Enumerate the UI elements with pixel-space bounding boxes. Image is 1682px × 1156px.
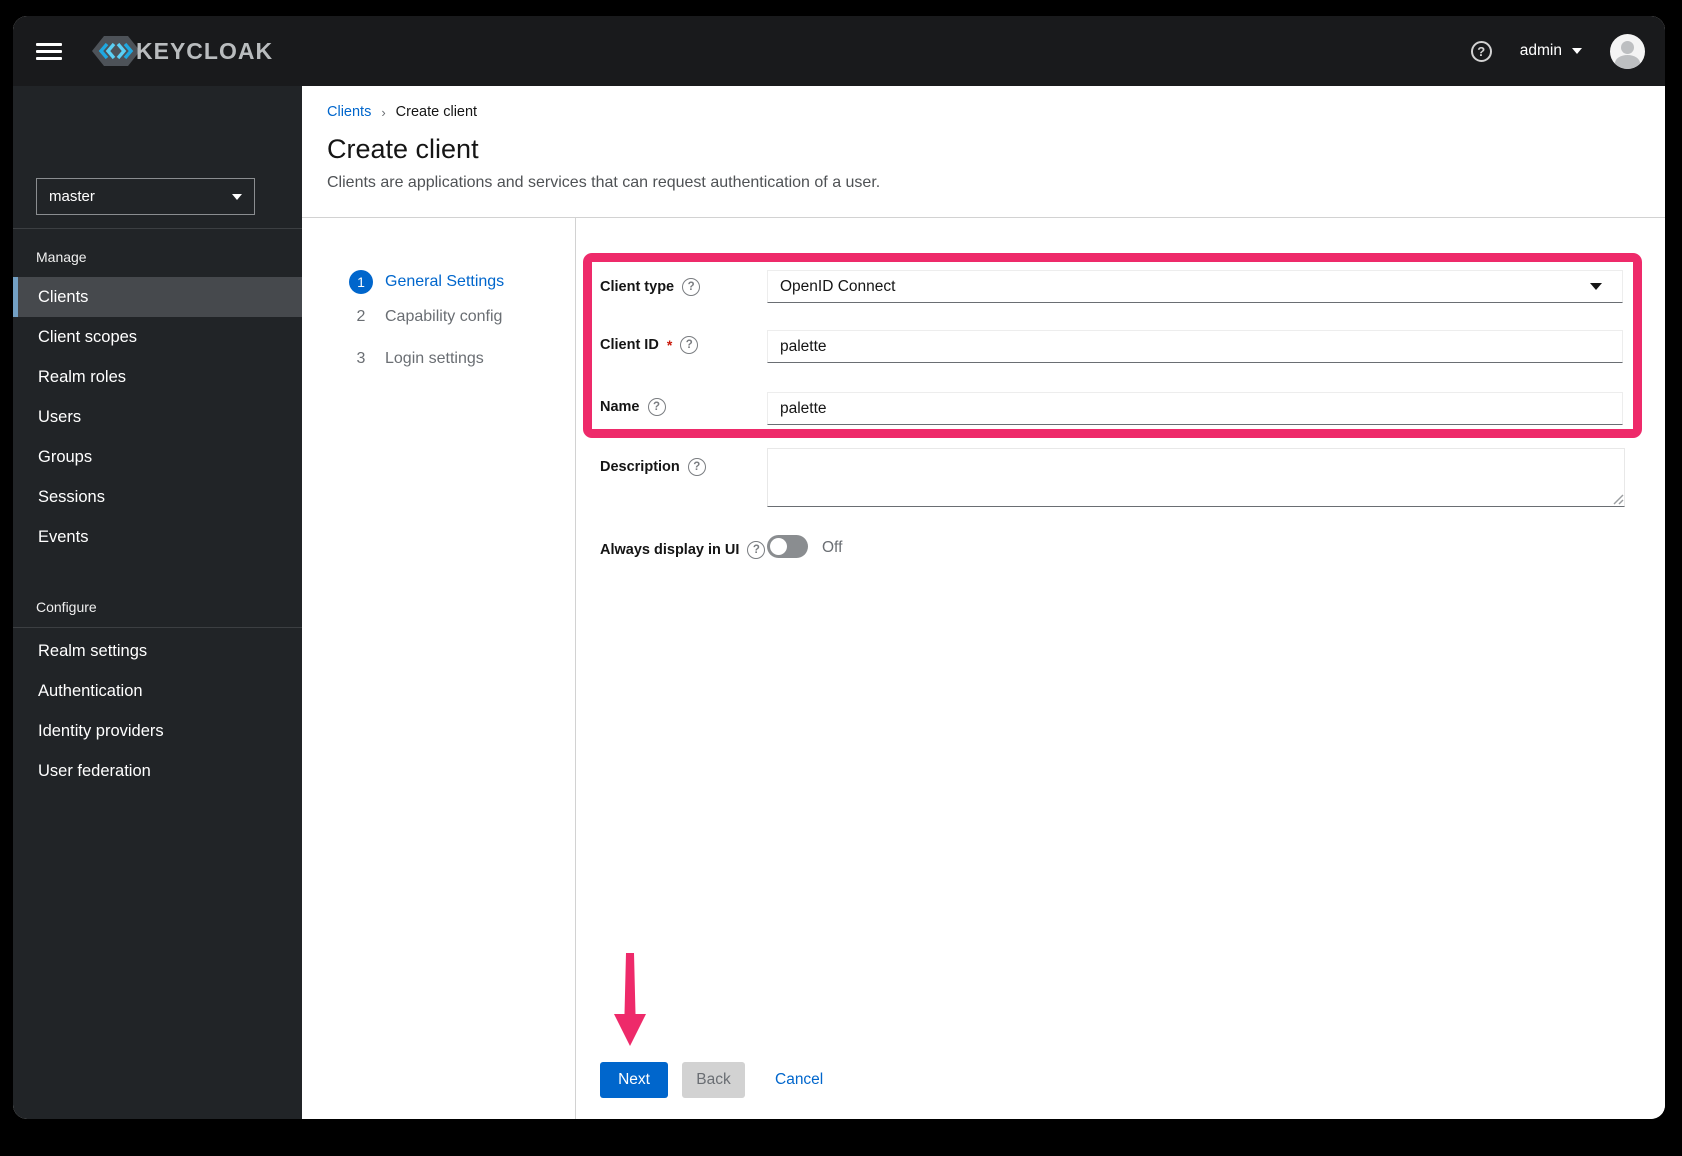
required-asterisk: * (666, 337, 673, 353)
page-subtitle: Clients are applications and services th… (327, 174, 881, 191)
chevron-down-icon (1572, 48, 1582, 54)
client-id-label: Client ID * ? (600, 336, 699, 354)
sidebar-item-realm-settings[interactable]: Realm settings (13, 631, 302, 671)
breadcrumb-separator: › (381, 104, 386, 120)
client-type-value: OpenID Connect (780, 277, 896, 295)
name-label: Name ? (600, 398, 666, 416)
realm-selector[interactable]: master (36, 178, 255, 215)
cancel-link[interactable]: Cancel (775, 1071, 823, 1089)
user-name: admin (1519, 42, 1562, 59)
name-input[interactable] (767, 392, 1623, 425)
main-content: Clients › Create client Create client Cl… (302, 86, 1665, 1119)
help-icon[interactable]: ? (647, 398, 666, 416)
breadcrumb-current: Create client (395, 104, 478, 120)
breadcrumb-clients-link[interactable]: Clients (327, 104, 371, 120)
sidebar-item-users[interactable]: Users (13, 397, 302, 437)
sidebar-divider (13, 228, 302, 229)
annotation-arrow-icon (614, 953, 646, 1046)
realm-selector-value: master (49, 188, 95, 205)
next-button[interactable]: Next (600, 1062, 668, 1098)
help-icon[interactable]: ? (680, 336, 699, 354)
app-window: KEYCLOAK ? admin master Manage Clients C… (13, 16, 1665, 1119)
keycloak-logo: KEYCLOAK (90, 33, 273, 69)
sidebar-item-sessions[interactable]: Sessions (13, 477, 302, 517)
sidebar: master Manage Clients Client scopes Real… (13, 86, 302, 1119)
sidebar-item-identity-providers[interactable]: Identity providers (13, 711, 302, 751)
client-id-input[interactable] (767, 330, 1623, 363)
page-header-divider (302, 217, 1665, 218)
wizard-divider (575, 218, 576, 1119)
client-type-select[interactable]: OpenID Connect (767, 270, 1623, 303)
help-icon[interactable]: ? (687, 458, 706, 476)
sidebar-item-groups[interactable]: Groups (13, 437, 302, 477)
sidebar-item-authentication[interactable]: Authentication (13, 671, 302, 711)
page-title: Create client (327, 134, 479, 164)
chevron-down-icon (232, 193, 242, 200)
chevron-down-icon (1590, 283, 1602, 290)
wizard-step-capability-config[interactable]: 2 Capability config (349, 308, 503, 326)
sidebar-item-events[interactable]: Events (13, 517, 302, 557)
sidebar-item-realm-roles[interactable]: Realm roles (13, 357, 302, 397)
avatar[interactable] (1610, 33, 1645, 69)
nav-group-configure: Configure (36, 599, 97, 615)
help-icon[interactable]: ? (682, 278, 701, 296)
sidebar-item-clients[interactable]: Clients (13, 277, 302, 317)
sidebar-divider (13, 627, 302, 628)
description-label: Description ? (600, 458, 706, 476)
always-display-toggle[interactable] (767, 535, 808, 558)
help-icon[interactable]: ? (1470, 40, 1492, 62)
wizard-step-general-settings[interactable]: 1 General Settings (349, 270, 504, 294)
sidebar-item-user-federation[interactable]: User federation (13, 751, 302, 791)
client-type-label: Client type ? (600, 278, 701, 296)
back-button[interactable]: Back (682, 1062, 745, 1098)
toggle-state-text: Off (822, 539, 843, 556)
user-menu[interactable]: admin (1520, 42, 1582, 60)
brand-title: KEYCLOAK (136, 37, 274, 64)
help-icon[interactable]: ? (747, 541, 766, 559)
masthead: KEYCLOAK ? admin (13, 16, 1665, 86)
keycloak-hexagon-icon (92, 36, 140, 66)
nav-group-manage: Manage (36, 249, 87, 265)
always-display-label: Always display in UI ? (600, 541, 766, 559)
breadcrumb: Clients › Create client (327, 104, 477, 120)
wizard-step-login-settings[interactable]: 3 Login settings (349, 350, 484, 368)
description-textarea[interactable] (767, 448, 1625, 507)
sidebar-item-client-scopes[interactable]: Client scopes (13, 317, 302, 357)
hamburger-menu-icon[interactable] (36, 42, 62, 60)
